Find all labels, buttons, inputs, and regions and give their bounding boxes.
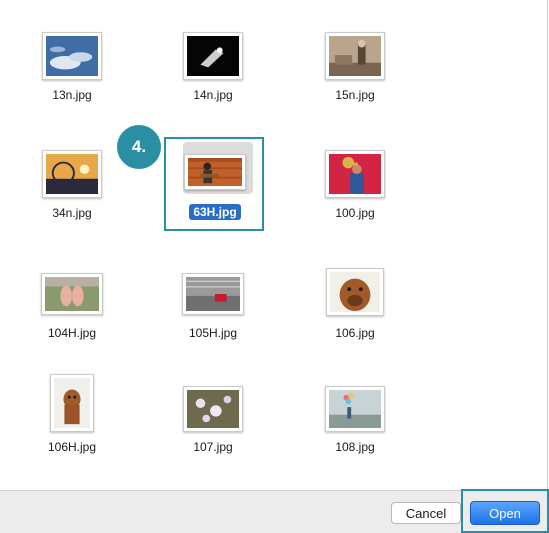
file-name: 100.jpg [335,206,375,220]
file-item-108[interactable]: 108.jpg [300,384,410,494]
file-name: 106.jpg [335,326,375,340]
file-browser-grid: 13n.jpg 14n.jpg 15n.jpg 34n.jpg 63H.jpg … [0,0,548,490]
sky-clouds-image [46,36,98,76]
file-name: 105H.jpg [188,326,238,340]
dark-object-image [187,36,239,76]
step-highlight-frame [164,137,264,231]
dog-portrait-image [54,378,90,428]
file-item-107[interactable]: 107.jpg [158,384,268,494]
step-number-badge: 4. [117,125,161,169]
red-shoes-image [186,277,240,311]
file-item-13n[interactable]: 13n.jpg [17,28,127,138]
trumpet-player-image [329,154,381,194]
file-item-15n[interactable]: 15n.jpg [300,28,410,138]
thumbnail [183,32,243,80]
flowers-image [187,390,239,428]
thumbnail [41,273,103,315]
file-item-105H[interactable]: 105H.jpg [158,266,268,376]
sepia-photo-image [329,36,381,76]
cancel-button[interactable]: Cancel [391,502,461,524]
file-item-106[interactable]: 106.jpg [300,266,410,376]
file-name: 15n.jpg [335,88,375,102]
file-item-14n[interactable]: 14n.jpg [158,28,268,138]
thumbnail [325,386,385,432]
feet-image [45,277,99,311]
file-name: 108.jpg [335,440,375,454]
thumbnail [42,32,102,80]
thumbnail [183,386,243,432]
file-name: 104H.jpg [47,326,97,340]
sunset-ferris-wheel-image [46,154,98,194]
file-name: 34n.jpg [52,206,92,220]
file-item-100[interactable]: 100.jpg [300,146,410,256]
thumbnail [182,273,244,315]
file-open-dialog: 13n.jpg 14n.jpg 15n.jpg 34n.jpg 63H.jpg … [0,0,549,533]
thumbnail [50,374,94,432]
file-name: 14n.jpg [193,88,233,102]
thumbnail [325,150,385,198]
file-item-104H[interactable]: 104H.jpg [17,266,127,376]
file-name: 107.jpg [193,440,233,454]
open-button[interactable]: Open [470,501,540,525]
thumbnail [325,32,385,80]
thumbnail [326,268,384,316]
file-name: 13n.jpg [52,88,92,102]
balloons-image [329,390,381,428]
thumbnail [42,150,102,198]
file-item-34n[interactable]: 34n.jpg [17,146,127,256]
dog-image [330,272,380,312]
file-item-106H[interactable]: 106H.jpg [17,374,127,484]
file-name: 106H.jpg [47,440,97,454]
